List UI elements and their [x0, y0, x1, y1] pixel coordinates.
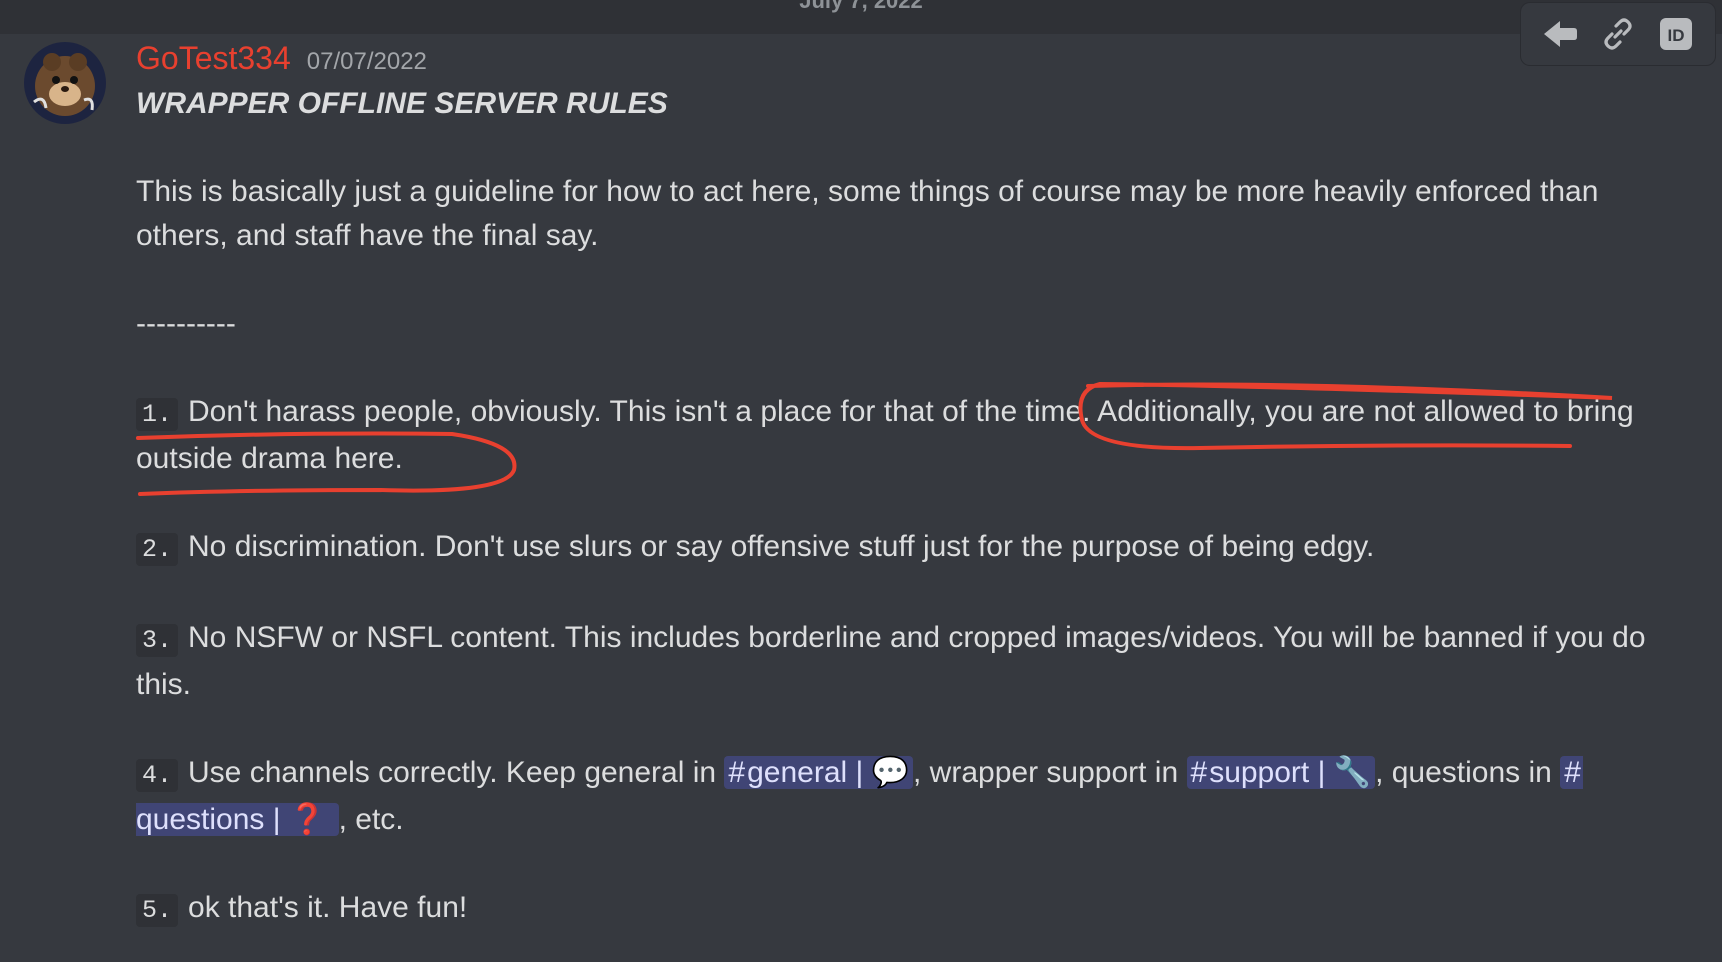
rule-number: 2.	[136, 533, 179, 566]
hash-icon: #	[1564, 756, 1581, 789]
date-divider: July 7, 2022	[799, 0, 923, 13]
question-mark-icon: ❓	[288, 803, 327, 836]
author-name[interactable]: GoTest334	[136, 40, 291, 77]
rule-item: 5. ok that's it. Have fun!	[136, 886, 1696, 933]
rule-item: 4. Use channels correctly. Keep general i…	[136, 756, 1583, 836]
message-timestamp: 07/07/2022	[306, 48, 427, 75]
svg-text:ID: ID	[1668, 26, 1685, 45]
rule-item: 1. Don't harass people, obviously. This i…	[136, 390, 1696, 481]
channel-mention-support[interactable]: #support | 🔧	[1186, 756, 1376, 789]
rule-text: No NSFW or NSFL content. This includes b…	[136, 621, 1646, 701]
copy-id-icon: ID	[1660, 18, 1692, 50]
rule-text: Use channels correctly. Keep general in	[188, 756, 725, 789]
reply-arrow-icon	[1544, 21, 1577, 47]
link-icon	[1604, 18, 1632, 50]
user-avatar-image	[24, 42, 106, 124]
rule-item: 2. No discrimination. Don't use slurs or …	[136, 525, 1696, 572]
rule-text: ok that's it. Have fun!	[188, 891, 468, 924]
avatar[interactable]	[24, 42, 106, 124]
separator-line: ----------	[136, 307, 236, 340]
message-header: GoTest334 07/07/2022	[136, 40, 427, 84]
message-title: WRAPPER OFFLINE SERVER RULES	[136, 87, 668, 120]
message-content: WRAPPER OFFLINE SERVER RULES This is bas…	[136, 82, 1696, 933]
copy-link-button[interactable]	[1596, 12, 1640, 56]
reply-button[interactable]	[1538, 12, 1582, 56]
copy-id-button[interactable]: ID	[1654, 12, 1698, 56]
rule-number: 1.	[136, 398, 179, 431]
message-toolbar: ID	[1520, 2, 1716, 66]
hash-icon: #	[728, 756, 746, 789]
intro-paragraph: This is basically just a guideline for h…	[136, 175, 1599, 252]
rule-number: 5.	[136, 894, 179, 927]
rule-text: No discrimination. Don't use slurs or sa…	[188, 530, 1375, 563]
rule-number: 4.	[136, 759, 179, 792]
channel-mention-general[interactable]: #general | 💬	[724, 756, 914, 789]
rule-item: 3. No NSFW or NSFL content. This includes…	[136, 616, 1696, 707]
rule-number: 3.	[136, 624, 179, 657]
hash-icon: #	[1190, 756, 1208, 789]
rule-text: Don't harass people, obviously. This isn…	[136, 395, 1634, 475]
